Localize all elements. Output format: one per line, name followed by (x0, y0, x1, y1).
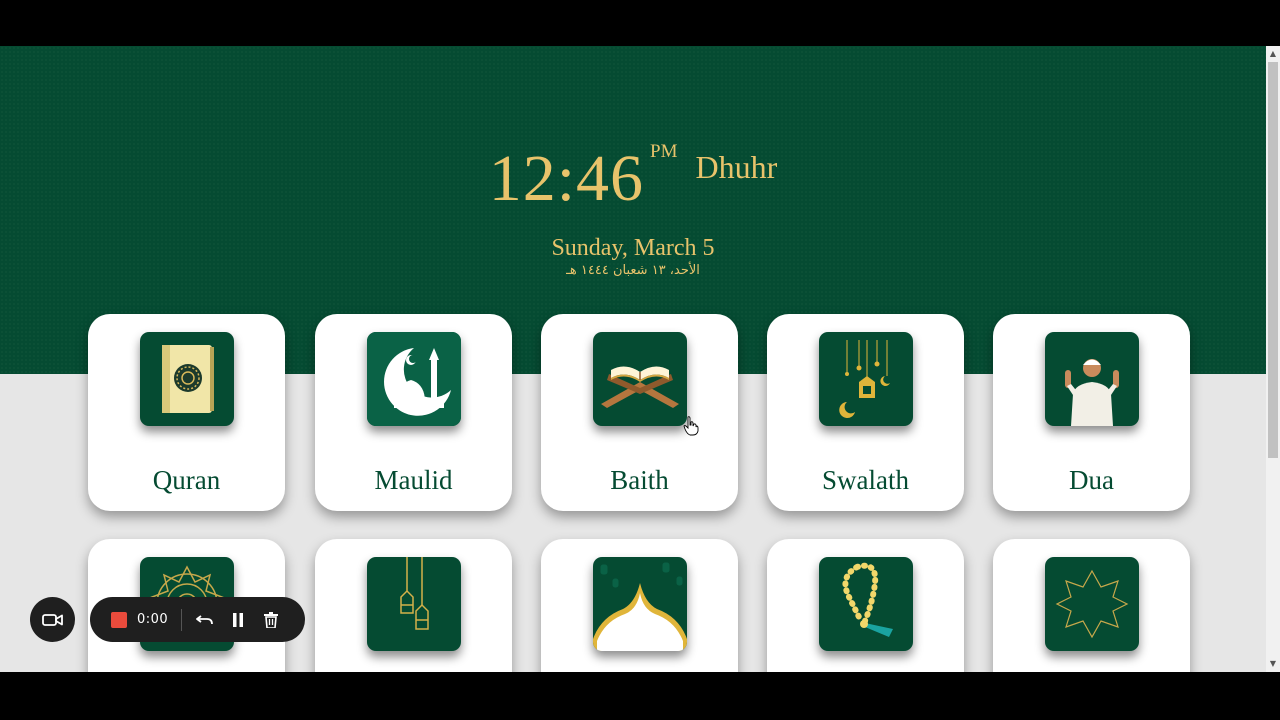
star-octagram-icon (1045, 557, 1139, 651)
toolbar-divider (181, 608, 182, 631)
hijri-date: الأحد، ١٣ شعبان ١٤٤٤ هـ (566, 263, 700, 278)
clock-ampm: PM (650, 141, 678, 162)
scroll-thumb[interactable] (1268, 62, 1278, 458)
app-viewport: 12:46 PM Dhuhr Sunday, March 5 الأحد، ١٣… (0, 46, 1280, 672)
tasbih-icon (819, 557, 913, 651)
trash-icon (264, 611, 278, 628)
current-prayer: Dhuhr (695, 149, 778, 185)
card-row2-5[interactable] (993, 539, 1190, 672)
video-camera-icon (41, 613, 63, 626)
gregorian-date: Sunday, March 5 (551, 235, 715, 261)
delete-button[interactable] (260, 609, 282, 631)
card-label: Maulid (374, 465, 453, 495)
pause-button[interactable] (227, 609, 249, 631)
card-row2-4[interactable] (767, 539, 964, 672)
card-label: Swalath (822, 465, 909, 495)
scrollbar[interactable]: ▲ ▼ (1266, 46, 1280, 672)
recording-timer: 0:00 (137, 612, 169, 627)
stop-record-button[interactable] (111, 611, 127, 628)
scroll-down-arrow-icon[interactable]: ▼ (1266, 656, 1280, 672)
mosque-crescent-icon (367, 332, 461, 426)
pause-icon (233, 612, 243, 627)
card-maulid[interactable]: Maulid (315, 314, 512, 511)
recording-toolbar: 0:00 (90, 597, 305, 642)
clock: 12:46 PM Dhuhr (0, 142, 1266, 216)
hand-cursor-icon (683, 416, 699, 436)
card-baith[interactable]: Baith (541, 314, 738, 511)
camera-toggle-button[interactable] (30, 597, 75, 642)
clock-time: 12:46 (488, 142, 645, 215)
undo-icon (196, 614, 213, 624)
card-dua[interactable]: Dua (993, 314, 1190, 511)
quran-book-icon (140, 332, 234, 426)
scroll-up-arrow-icon[interactable]: ▲ (1266, 46, 1280, 62)
date-block: Sunday, March 5 الأحد، ١٣ شعبان ١٤٤٤ هـ (0, 234, 1266, 279)
card-label: Dua (1069, 465, 1114, 495)
card-row2-3[interactable] (541, 539, 738, 672)
card-label: Baith (610, 465, 669, 495)
card-swalath[interactable]: Swalath (767, 314, 964, 511)
quran-stand-icon (593, 332, 687, 426)
praying-man-icon (1045, 332, 1139, 426)
restart-button[interactable] (194, 609, 216, 631)
card-row2-2[interactable] (315, 539, 512, 672)
card-quran[interactable]: Quran (88, 314, 285, 511)
lanterns-icon (367, 557, 461, 651)
mosque-dome-icon (593, 557, 687, 651)
hanging-lanterns-icon (819, 332, 913, 426)
card-label: Quran (152, 465, 221, 495)
